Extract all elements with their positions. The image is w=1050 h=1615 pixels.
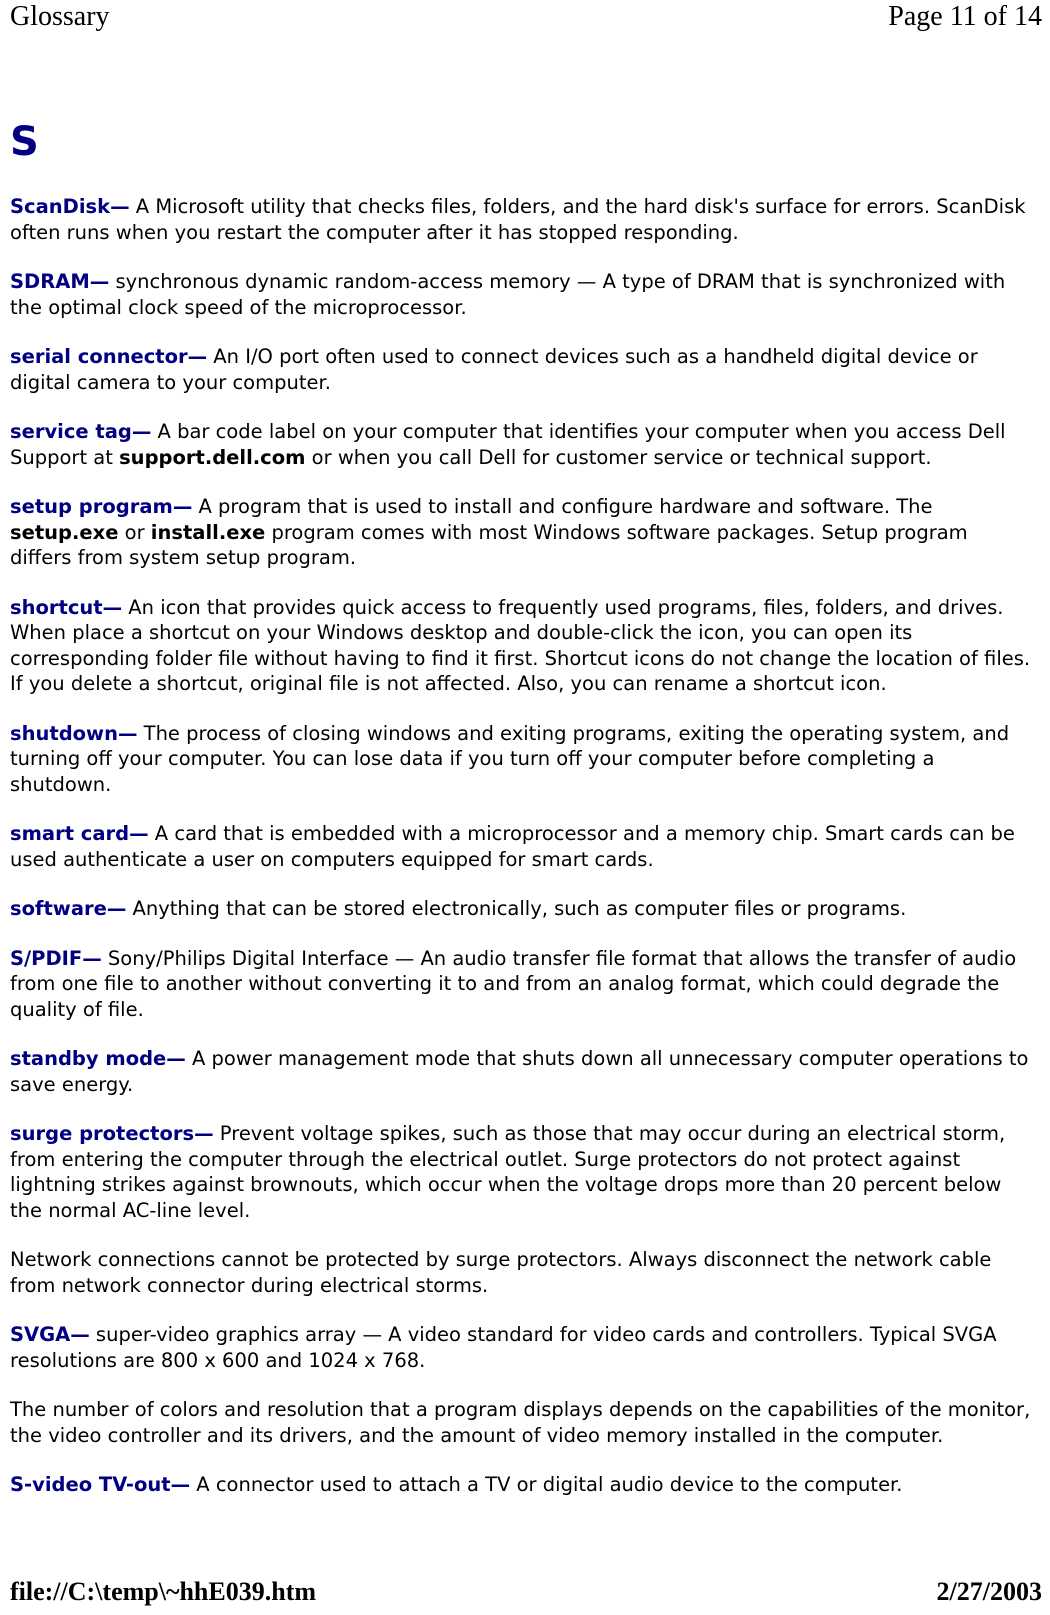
footer-date: 2/27/2003 [936,1577,1042,1606]
inline-emphasis: setup.exe [10,520,119,544]
glossary-definition: synchronous dynamic random-access memory… [10,270,1006,319]
em-dash: — [194,1122,214,1145]
glossary-definition: Anything that can be stored electronical… [126,897,907,920]
note-paragraph: Network connections cannot be protected … [10,1248,992,1297]
glossary-term: surge protectors [10,1122,195,1145]
glossary-term: shortcut [10,595,103,619]
letter-section-heading: S [10,119,39,165]
glossary-term: S/PDIF [10,946,83,970]
glossary-entry: service tag— A bar code label on your co… [10,419,1032,470]
em-dash: — [70,1323,90,1346]
em-dash: — [106,897,127,920]
glossary-entry: ScanDisk— A Microsoft utility that check… [10,194,1032,245]
glossary-definition: The process of closing windows and exiti… [10,721,1010,796]
glossary-entry: SDRAM— synchronous dynamic random-access… [10,269,1032,320]
note-paragraph: The number of colors and resolution that… [10,1398,1031,1447]
glossary-entry: SVGA— super-video graphics array — A vid… [10,1322,1032,1373]
em-dash: — [110,195,130,218]
glossary-entry: shutdown— The process of closing windows… [10,721,1032,798]
em-dash: — [117,721,138,745]
footer-file-path: file://C:\temp\~hhE039.htm [10,1577,317,1606]
glossary-term: smart card [10,822,130,845]
document-page: Glossary Page 11 of 14 S ScanDisk— A Mic… [0,0,1050,1615]
glossary-definition: An icon that provides quick access to fr… [10,595,1031,696]
glossary-entry: S-video TV-out— A connector used to atta… [10,1472,1032,1498]
glossary-entry: surge protectors— Prevent voltage spikes… [10,1121,1032,1223]
glossary-definition-cont: or when you call Dell for customer servi… [305,445,932,469]
em-dash: — [131,420,152,443]
glossary-definition: A connector used to attach a TV or digit… [190,1473,903,1496]
glossary-entry: smart card— A card that is embedded with… [10,821,1032,872]
glossary-entry: software— Anything that can be stored el… [10,896,1032,922]
em-dash: — [170,1473,191,1496]
glossary-entry: serial connector— An I/O port often used… [10,344,1032,395]
em-dash: — [129,822,149,845]
glossary-term: ScanDisk [10,195,111,218]
glossary-term: service tag [10,420,132,443]
glossary-term: serial connector [10,345,188,368]
glossary-definition: Sony/Philips Digital Interface — An audi… [10,946,1017,1021]
glossary-content: S ScanDisk— A Microsoft utility that che… [10,120,1032,1498]
glossary-entry: S/PDIF— Sony/Philips Digital Interface —… [10,946,1032,1023]
glossary-term: software [10,897,107,920]
glossary-term: SVGA [10,1323,71,1346]
inline-emphasis: install.exe [150,520,266,544]
glossary-definition: A program that is used to install and co… [192,495,933,518]
header-page-number: Page 11 of 14 [888,1,1042,32]
em-dash: — [89,270,110,293]
glossary-term: shutdown [10,721,118,745]
header-document-title: Glossary [10,1,110,32]
em-dash: — [102,595,123,619]
page-footer: file://C:\temp\~hhE039.htm 2/27/2003 [0,1577,1050,1607]
glossary-term: SDRAM [10,270,90,293]
glossary-entry: setup program— A program that is used to… [10,494,1032,571]
glossary-definition: A card that is embedded with a microproc… [10,822,1015,871]
glossary-entry: standby mode— A power management mode th… [10,1046,1032,1097]
glossary-term: standby mode [10,1047,167,1070]
glossary-entry: shortcut— An icon that provides quick ac… [10,595,1032,697]
glossary-definition: A Microsoft utility that checks files, f… [10,195,1026,244]
inline-emphasis: support.dell.com [119,445,306,469]
glossary-term: S-video TV-out [10,1473,171,1496]
em-dash: — [187,345,208,368]
glossary-definition-cont: or [118,520,151,544]
em-dash: — [82,946,102,970]
page-header: Glossary Page 11 of 14 [0,0,1050,44]
glossary-definition: super-video graphics array — A video sta… [10,1323,997,1372]
em-dash: — [172,495,193,518]
glossary-term: setup program [10,495,173,518]
em-dash: — [166,1047,186,1070]
